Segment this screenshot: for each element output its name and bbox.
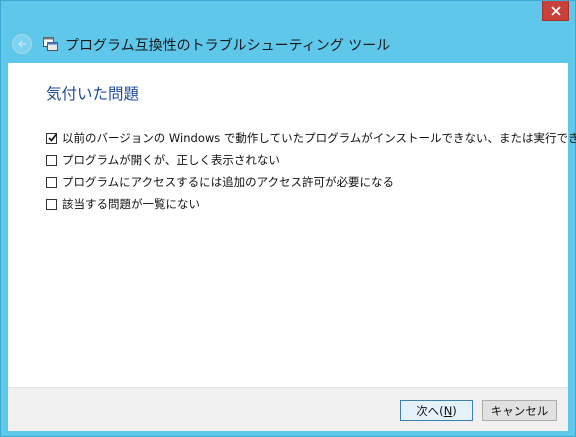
compatibility-wizard-icon: [43, 37, 58, 51]
next-button-label-prefix: 次へ(: [416, 403, 444, 418]
option-checkbox[interactable]: [46, 176, 57, 188]
next-button-mnemonic: N: [443, 403, 453, 418]
option-checkbox[interactable]: [46, 198, 57, 210]
page-heading: 気付いた問題: [46, 85, 140, 103]
next-button-label-suffix: ): [452, 403, 457, 418]
option-checkbox[interactable]: [46, 132, 58, 144]
cancel-button[interactable]: キャンセル: [482, 400, 557, 421]
option-label: プログラムが開くが、正しく表示されない: [62, 153, 280, 167]
back-arrow-icon: [17, 40, 26, 48]
problem-options-list: 以前のバージョンの Windows で動作していたプログラムがインストールできな…: [46, 127, 576, 215]
title-bar[interactable]: [1, 1, 575, 27]
option-cannot-install-or-run[interactable]: 以前のバージョンの Windows で動作していたプログラムがインストールできな…: [46, 127, 576, 149]
next-button[interactable]: 次へ(N): [400, 400, 473, 421]
close-button[interactable]: [542, 1, 569, 21]
navigation-bar: プログラム互換性のトラブルシューティング ツール: [1, 27, 575, 63]
option-label: 該当する問題が一覧にない: [62, 197, 200, 211]
back-button[interactable]: [12, 34, 32, 54]
option-label: プログラムにアクセスするには追加のアクセス許可が必要になる: [62, 175, 395, 189]
option-checkbox[interactable]: [46, 154, 57, 166]
option-needs-permissions[interactable]: プログラムにアクセスするには追加のアクセス許可が必要になる: [46, 171, 576, 193]
wizard-window: プログラム互換性のトラブルシューティング ツール 気付いた問題 以前のバージョン…: [0, 0, 576, 437]
content-area: 気付いた問題 以前のバージョンの Windows で動作していたプログラムがイン…: [8, 63, 576, 387]
option-label: 以前のバージョンの Windows で動作していたプログラムがインストールできな…: [62, 131, 576, 145]
close-icon: [550, 5, 561, 16]
checkmark-icon: [48, 132, 58, 142]
option-display-incorrect[interactable]: プログラムが開くが、正しく表示されない: [46, 149, 576, 171]
window-title: プログラム互換性のトラブルシューティング ツール: [65, 38, 391, 54]
option-not-listed[interactable]: 該当する問題が一覧にない: [46, 193, 576, 215]
footer-bar: 次へ(N) キャンセル: [8, 387, 568, 431]
